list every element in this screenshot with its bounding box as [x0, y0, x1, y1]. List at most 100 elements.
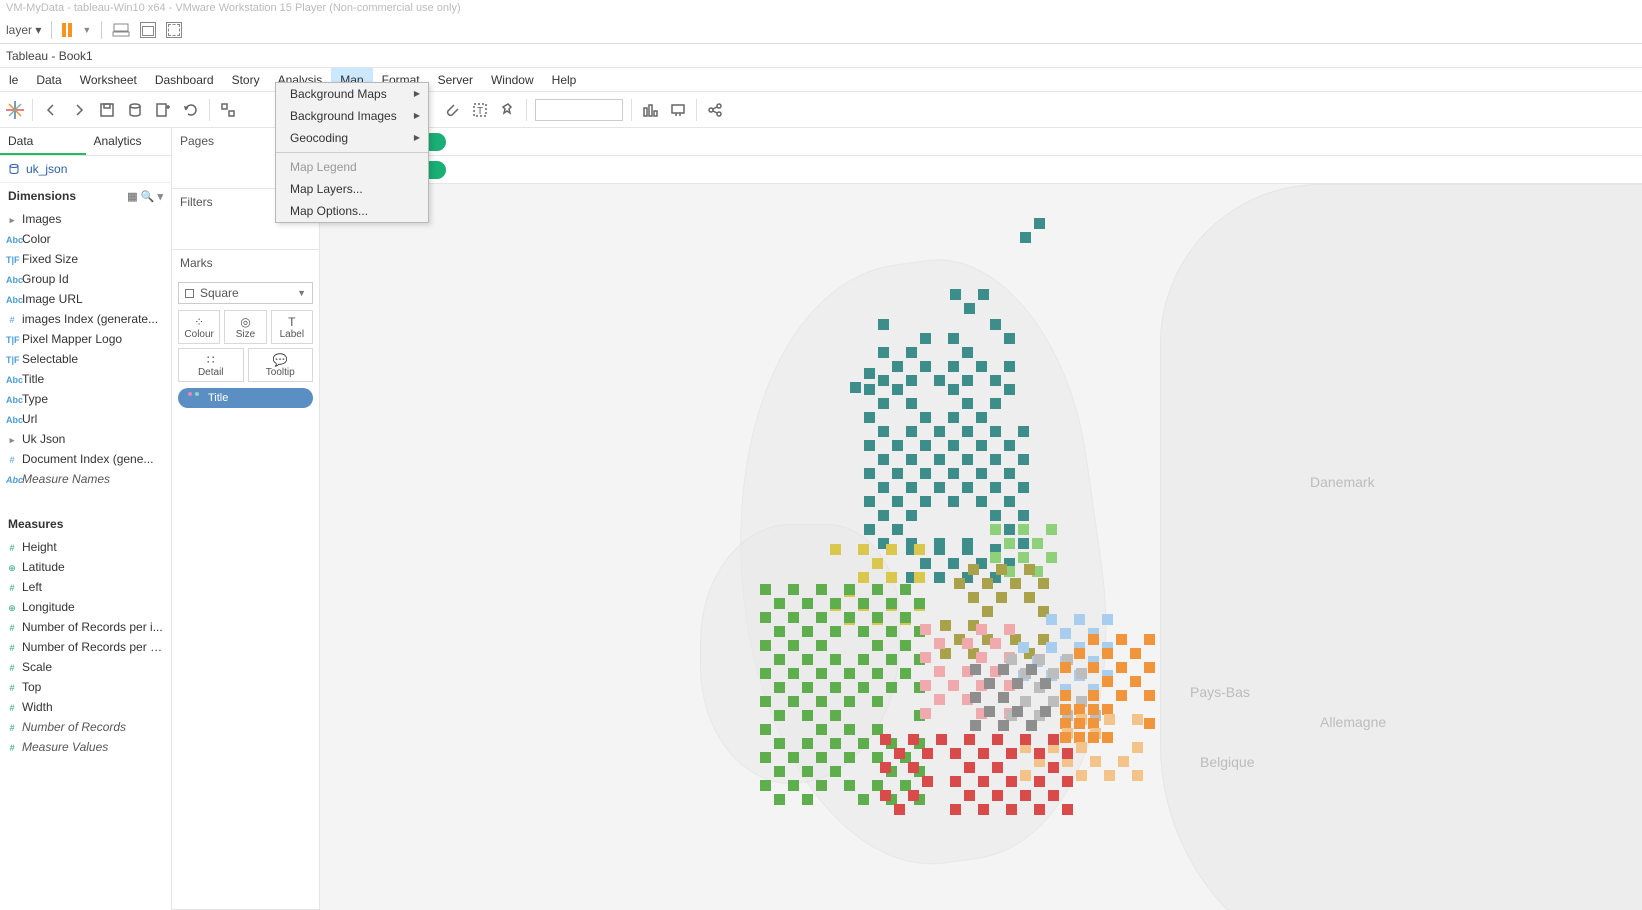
attach-button[interactable] — [442, 100, 462, 120]
map-mark[interactable] — [948, 468, 959, 479]
map-mark[interactable] — [900, 584, 911, 595]
map-mark[interactable] — [1062, 804, 1073, 815]
map-mark[interactable] — [760, 696, 771, 707]
menu-dashboard[interactable]: Dashboard — [146, 68, 223, 91]
map-mark[interactable] — [1020, 790, 1031, 801]
map-mark[interactable] — [1102, 676, 1113, 687]
map-mark[interactable] — [920, 496, 931, 507]
map-menu-options[interactable]: Map Options... — [276, 200, 428, 222]
map-mark[interactable] — [788, 640, 799, 651]
map-mark[interactable] — [844, 584, 855, 595]
map-mark[interactable] — [934, 482, 945, 493]
map-mark[interactable] — [990, 510, 1001, 521]
swap-button[interactable] — [218, 100, 238, 120]
map-mark[interactable] — [1012, 678, 1023, 689]
menu-data[interactable]: Data — [27, 68, 70, 91]
map-mark[interactable] — [1048, 734, 1059, 745]
field-left[interactable]: #Left — [0, 577, 171, 597]
map-mark[interactable] — [950, 748, 961, 759]
map-mark[interactable] — [922, 776, 933, 787]
map-mark[interactable] — [1018, 482, 1029, 493]
map-mark[interactable] — [978, 748, 989, 759]
map-mark[interactable] — [872, 640, 883, 651]
map-mark[interactable] — [1018, 552, 1029, 563]
map-mark[interactable] — [1118, 756, 1129, 767]
map-mark[interactable] — [1048, 790, 1059, 801]
map-mark[interactable] — [816, 612, 827, 623]
map-mark[interactable] — [934, 375, 945, 386]
map-mark[interactable] — [950, 804, 961, 815]
map-mark[interactable] — [892, 468, 903, 479]
map-mark[interactable] — [920, 468, 931, 479]
map-mark[interactable] — [934, 426, 945, 437]
map-mark[interactable] — [1010, 578, 1021, 589]
field-type[interactable]: AbcType — [0, 389, 171, 409]
map-mark[interactable] — [934, 454, 945, 465]
map-mark[interactable] — [1026, 664, 1037, 675]
map-mark[interactable] — [1102, 648, 1113, 659]
map-mark[interactable] — [816, 584, 827, 595]
map-mark[interactable] — [990, 524, 1001, 535]
map-mark[interactable] — [760, 584, 771, 595]
forward-button[interactable] — [69, 100, 89, 120]
map-mark[interactable] — [858, 794, 869, 805]
map-mark[interactable] — [830, 598, 841, 609]
back-button[interactable] — [41, 100, 61, 120]
map-mark[interactable] — [788, 584, 799, 595]
map-mark[interactable] — [920, 412, 931, 423]
mark-tooltip[interactable]: 💬Tooltip — [248, 348, 314, 382]
map-mark[interactable] — [872, 696, 883, 707]
map-mark[interactable] — [968, 592, 979, 603]
map-mark[interactable] — [964, 734, 975, 745]
tab-analytics[interactable]: Analytics — [86, 128, 172, 155]
map-mark[interactable] — [962, 375, 973, 386]
map-mark[interactable] — [1004, 361, 1015, 372]
map-mark[interactable] — [1062, 776, 1073, 787]
field-image-url[interactable]: AbcImage URL — [0, 289, 171, 309]
map-mark[interactable] — [802, 794, 813, 805]
map-mark[interactable] — [908, 790, 919, 801]
map-mark[interactable] — [954, 578, 965, 589]
map-mark[interactable] — [914, 572, 925, 583]
menu-server[interactable]: Server — [429, 68, 482, 91]
map-mark[interactable] — [948, 440, 959, 451]
pin-button[interactable] — [498, 100, 518, 120]
field-number-of-records-per-u-[interactable]: #Number of Records per u... — [0, 637, 171, 657]
map-mark[interactable] — [858, 572, 869, 583]
map-mark[interactable] — [1018, 538, 1029, 549]
map-mark[interactable] — [878, 319, 889, 330]
new-datasource-button[interactable] — [125, 100, 145, 120]
map-mark[interactable] — [892, 496, 903, 507]
map-mark[interactable] — [774, 598, 785, 609]
map-mark[interactable] — [1004, 496, 1015, 507]
map-mark[interactable] — [1006, 804, 1017, 815]
map-mark[interactable] — [948, 333, 959, 344]
map-mark[interactable] — [1132, 714, 1143, 725]
field-number-of-records-per-i-[interactable]: #Number of Records per i... — [0, 617, 171, 637]
map-mark[interactable] — [1004, 440, 1015, 451]
map-mark[interactable] — [1004, 524, 1015, 535]
map-mark[interactable] — [774, 794, 785, 805]
map-mark[interactable] — [1076, 770, 1087, 781]
map-mark[interactable] — [1024, 564, 1035, 575]
map-mark[interactable] — [864, 384, 875, 395]
map-mark[interactable] — [908, 762, 919, 773]
map-mark[interactable] — [802, 738, 813, 749]
map-mark[interactable] — [1074, 614, 1085, 625]
menu-file[interactable]: le — [0, 68, 27, 91]
map-mark[interactable] — [878, 482, 889, 493]
map-mark[interactable] — [990, 454, 1001, 465]
map-mark[interactable] — [962, 426, 973, 437]
map-mark[interactable] — [760, 752, 771, 763]
map-mark[interactable] — [990, 319, 1001, 330]
map-mark[interactable] — [878, 426, 889, 437]
field-measure-names[interactable]: AbcMeasure Names — [0, 469, 171, 489]
map-mark[interactable] — [1062, 748, 1073, 759]
map-mark[interactable] — [906, 510, 917, 521]
map-mark[interactable] — [1048, 762, 1059, 773]
menu-story[interactable]: Story — [223, 68, 269, 91]
map-mark[interactable] — [774, 682, 785, 693]
map-mark[interactable] — [880, 790, 891, 801]
map-mark[interactable] — [760, 668, 771, 679]
map-mark[interactable] — [1018, 426, 1029, 437]
